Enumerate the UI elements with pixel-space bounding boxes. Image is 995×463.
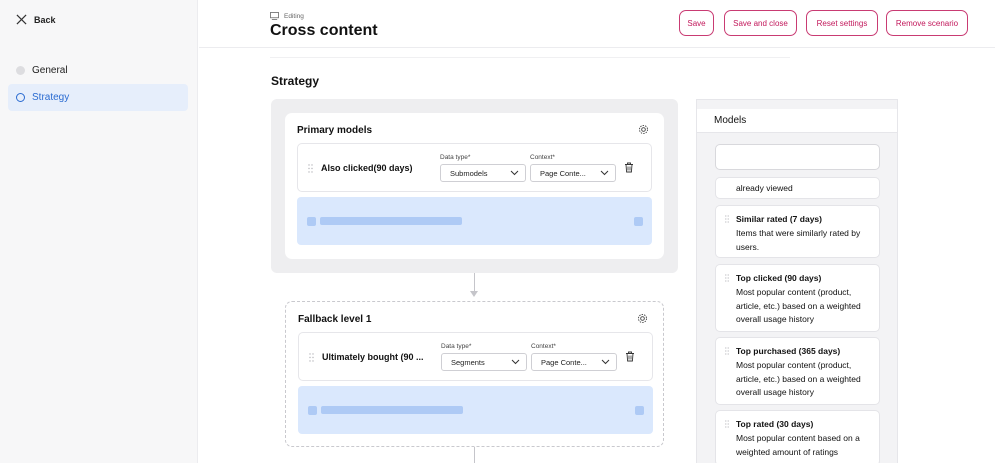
context-label: Context*: [531, 343, 556, 350]
data-type-value: Segments: [451, 357, 485, 367]
trash-icon[interactable]: [625, 351, 635, 362]
model-card-desc: already viewed: [736, 183, 793, 193]
models-panel: Models already viewed Similar rated (7 d…: [696, 99, 898, 463]
page-title: Cross content: [270, 22, 378, 39]
status-dot-icon: [16, 66, 25, 75]
data-type-value: Submodels: [450, 168, 488, 178]
model-card-desc: Items that were similarly rated by users…: [736, 228, 861, 252]
editing-indicator: Editing: [270, 12, 304, 20]
context-select[interactable]: Page Conte...: [530, 164, 616, 182]
gear-icon[interactable]: [638, 124, 649, 135]
chevron-down-icon: [511, 359, 520, 365]
model-card-desc: Most popular content (product, article, …: [736, 287, 861, 324]
model-card[interactable]: already viewed: [715, 177, 880, 199]
drag-handle-icon[interactable]: [308, 164, 313, 173]
drag-handle-icon[interactable]: [309, 353, 314, 362]
drop-zone[interactable]: [297, 197, 652, 245]
model-card[interactable]: Top purchased (365 days) Most popular co…: [715, 337, 880, 405]
drop-zone[interactable]: [298, 386, 653, 434]
save-and-close-button[interactable]: Save and close: [724, 10, 797, 36]
drag-handle-icon[interactable]: [725, 347, 729, 355]
model-card-title: Similar rated (7 days): [736, 214, 822, 224]
model-row[interactable]: Also clicked(90 days) Data type* Submode…: [297, 143, 652, 192]
status-dot-icon: [16, 93, 25, 102]
model-card-title: Top clicked (90 days): [736, 273, 822, 283]
sidebar-item-label: Strategy: [32, 92, 70, 103]
trash-icon[interactable]: [624, 162, 634, 173]
model-card-desc: Most popular content based on a weighted…: [736, 433, 860, 457]
model-row[interactable]: Ultimately bought (90 ... Data type* Seg…: [298, 332, 653, 381]
placeholder-bar: [321, 406, 463, 414]
primary-models-card: Primary models Also clicked(90 days) Dat…: [285, 113, 664, 259]
page-header: Editing Cross content Save Save and clos…: [199, 0, 995, 48]
models-title: Models: [714, 115, 747, 126]
sidebar-item-label: General: [32, 65, 68, 76]
model-card-title: Top rated (30 days): [736, 419, 814, 429]
save-button[interactable]: Save: [679, 10, 714, 36]
drag-handle-icon[interactable]: [725, 420, 729, 428]
edit-icon: [270, 12, 279, 20]
data-type-label: Data type*: [441, 343, 472, 350]
arrow-down-icon: [470, 291, 478, 297]
close-icon: [16, 14, 27, 25]
model-name: Also clicked(90 days): [321, 163, 413, 173]
model-card-title: Top purchased (365 days): [736, 346, 841, 356]
section-title: Strategy: [271, 74, 320, 88]
data-type-label: Data type*: [440, 154, 471, 161]
reset-settings-button[interactable]: Reset settings: [806, 10, 878, 36]
card-title: Fallback level 1: [298, 314, 372, 325]
sidebar-item-strategy[interactable]: Strategy: [8, 84, 188, 111]
model-card[interactable]: Top clicked (90 days) Most popular conte…: [715, 264, 880, 332]
connector-line: [474, 273, 475, 293]
placeholder-bar: [320, 217, 462, 225]
sidebar: Back General Strategy: [0, 0, 198, 463]
fallback-level-card: Fallback level 1 Ultimately bought (90 .…: [285, 301, 664, 447]
drag-handle-icon[interactable]: [725, 274, 729, 282]
placeholder-block: [308, 406, 317, 415]
divider: [270, 57, 790, 58]
placeholder-block: [635, 406, 644, 415]
chevron-down-icon: [601, 359, 610, 365]
placeholder-block: [634, 217, 643, 226]
gear-icon[interactable]: [637, 313, 648, 324]
context-value: Page Conte...: [540, 168, 586, 178]
editing-label: Editing: [284, 12, 304, 20]
context-value: Page Conte...: [541, 357, 587, 367]
data-type-select[interactable]: Segments: [441, 353, 527, 371]
chevron-down-icon: [600, 170, 609, 176]
chevron-down-icon: [510, 170, 519, 176]
models-header: Models: [697, 109, 897, 133]
back-button[interactable]: Back: [16, 14, 56, 25]
drag-handle-icon[interactable]: [725, 215, 729, 223]
card-title: Primary models: [297, 125, 373, 136]
remove-scenario-button[interactable]: Remove scenario: [886, 10, 968, 36]
model-card[interactable]: Top rated (30 days) Most popular content…: [715, 410, 880, 463]
sidebar-item-general[interactable]: General: [8, 57, 188, 84]
models-search-input[interactable]: [715, 144, 880, 170]
connector-line: [474, 447, 475, 463]
context-label: Context*: [530, 154, 555, 161]
back-label: Back: [34, 14, 56, 25]
placeholder-block: [307, 217, 316, 226]
model-card[interactable]: Similar rated (7 days) Items that were s…: [715, 205, 880, 258]
context-select[interactable]: Page Conte...: [531, 353, 617, 371]
data-type-select[interactable]: Submodels: [440, 164, 526, 182]
model-card-desc: Most popular content (product, article, …: [736, 360, 861, 397]
model-name: Ultimately bought (90 ...: [322, 352, 424, 362]
